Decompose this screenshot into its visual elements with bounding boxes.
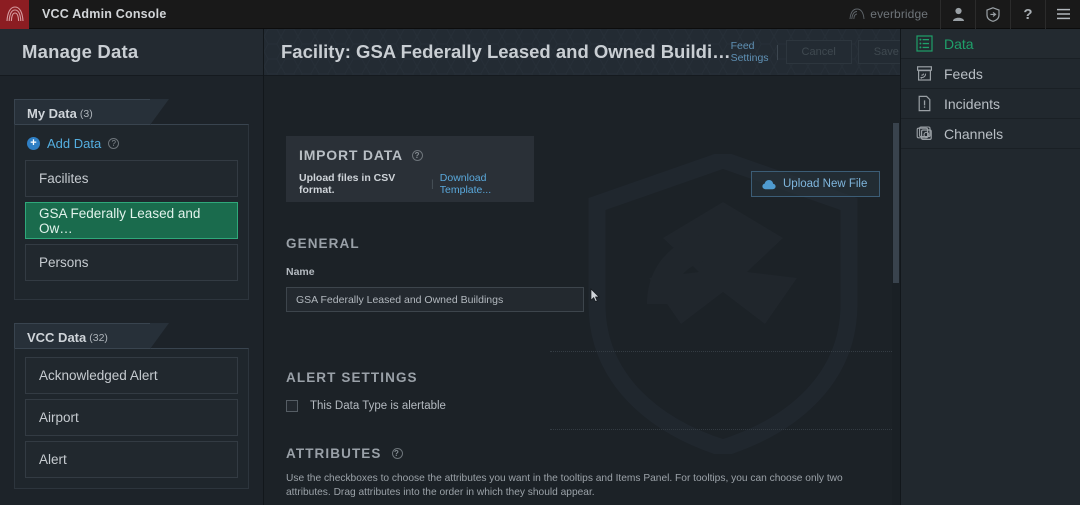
- alertable-label: This Data Type is alertable: [310, 400, 446, 412]
- right-nav: Data Feeds Incidents Channels: [900, 29, 1080, 505]
- sidebar-item-label: Feeds: [944, 65, 983, 82]
- divider: [776, 44, 778, 60]
- list-grid-icon: [916, 35, 933, 52]
- app-title: VCC Admin Console: [42, 7, 167, 21]
- general-heading: GENERAL: [286, 236, 360, 251]
- mouse-cursor: [590, 288, 600, 303]
- everbridge-wordmark: everbridge: [840, 0, 940, 29]
- list-item-label: Acknowledged Alert: [39, 368, 158, 383]
- group-tab-count: (32): [89, 332, 108, 344]
- help-icon[interactable]: ?: [1010, 0, 1045, 29]
- alertable-checkbox-row[interactable]: This Data Type is alertable: [286, 400, 886, 412]
- upload-new-file-label: Upload New File: [783, 178, 868, 190]
- alert-settings-section: ALERT SETTINGS This Data Type is alertab…: [286, 370, 886, 412]
- sidebar-item-label: Channels: [944, 125, 1004, 142]
- main-body: IMPORT DATA ? Upload files in CSV format…: [264, 76, 900, 505]
- main-content: Facility: GSA Federally Leased and Owned…: [264, 29, 900, 505]
- group-body-vcc-data: Acknowledged Alert Airport Alert: [14, 348, 249, 489]
- attributes-section: ATTRIBUTES ? Use the checkboxes to choos…: [286, 446, 892, 505]
- general-section: GENERAL Name GSA Federally Leased and Ow…: [286, 236, 886, 312]
- sidebar-item-channels[interactable]: Channels: [901, 119, 1080, 149]
- save-button[interactable]: Save: [857, 40, 900, 64]
- attributes-heading: ATTRIBUTES ?: [286, 446, 892, 461]
- list-item-gsa-selected[interactable]: GSA Federally Leased and Ow…: [25, 202, 238, 239]
- brand-logo: [0, 0, 29, 29]
- list-item-persons[interactable]: Persons: [25, 244, 238, 281]
- divider: |: [431, 178, 434, 190]
- main-scrollbar[interactable]: [892, 123, 900, 505]
- left-panel: Manage Data My Data (3) + Add Data ? Fac…: [0, 29, 264, 505]
- cancel-button[interactable]: Cancel: [785, 40, 852, 64]
- name-input[interactable]: GSA Federally Leased and Owned Buildings: [286, 287, 584, 312]
- section-divider: [550, 351, 900, 352]
- group-vcc-data: VCC Data (32) Acknowledged Alert Airport…: [14, 323, 249, 489]
- user-icon[interactable]: [940, 0, 975, 29]
- import-data-title: IMPORT DATA: [299, 147, 403, 163]
- list-item-label: Facilites: [39, 171, 89, 186]
- feed-box-icon: [916, 65, 933, 82]
- name-label: Name: [286, 266, 315, 278]
- attributes-title: ATTRIBUTES: [286, 446, 382, 461]
- import-data-block: IMPORT DATA ? Upload files in CSV format…: [286, 136, 534, 202]
- attributes-description: Use the checkboxes to choose the attribu…: [286, 473, 843, 498]
- group-tab-label: VCC Data: [27, 330, 87, 345]
- main-scrollbar-thumb[interactable]: [893, 123, 899, 283]
- main-header: Facility: GSA Federally Leased and Owned…: [264, 29, 900, 76]
- group-tab-count: (3): [79, 108, 93, 120]
- list-item-alert[interactable]: Alert: [25, 441, 238, 478]
- cloud-upload-icon: [762, 179, 776, 189]
- group-my-data: My Data (3) + Add Data ? Facilites GSA F…: [14, 99, 249, 300]
- group-tab-vcc-data[interactable]: VCC Data (32): [14, 323, 169, 349]
- list-item-airport[interactable]: Airport: [25, 399, 238, 436]
- menu-icon[interactable]: [1045, 0, 1080, 29]
- shield-icon[interactable]: [975, 0, 1010, 29]
- alert-settings-heading: ALERT SETTINGS: [286, 370, 418, 385]
- section-divider: [550, 429, 900, 430]
- list-item-facilites[interactable]: Facilites: [25, 160, 238, 197]
- add-data-button[interactable]: + Add Data ?: [25, 133, 238, 160]
- plus-icon: +: [27, 137, 40, 150]
- sidebar-item-feeds[interactable]: Feeds: [901, 59, 1080, 89]
- help-circle-icon[interactable]: ?: [391, 448, 403, 459]
- sidebar-item-label: Data: [944, 35, 974, 52]
- sidebar-item-incidents[interactable]: Incidents: [901, 89, 1080, 119]
- csv-note: Upload files in CSV format.: [299, 172, 396, 196]
- topbar-actions: everbridge ?: [840, 0, 1080, 29]
- list-item-label: GSA Federally Leased and Ow…: [39, 205, 201, 236]
- list-item-label: Persons: [39, 255, 89, 270]
- upload-new-file-button[interactable]: Upload New File: [751, 171, 881, 197]
- everbridge-label: everbridge: [870, 7, 928, 21]
- feed-settings-link[interactable]: Feed Settings: [731, 40, 769, 64]
- list-item-label: Airport: [39, 410, 79, 425]
- import-data-subtext: Upload files in CSV format. | Download T…: [286, 163, 534, 196]
- list-item-acknowledged-alert[interactable]: Acknowledged Alert: [25, 357, 238, 394]
- help-circle-icon[interactable]: ?: [108, 138, 120, 149]
- add-data-label: Add Data: [47, 136, 102, 151]
- stacked-layers-icon: [916, 125, 933, 142]
- import-data-heading: IMPORT DATA ?: [286, 136, 534, 163]
- group-tab-label: My Data: [27, 106, 77, 121]
- name-input-value: GSA Federally Leased and Owned Buildings: [296, 293, 504, 306]
- help-circle-icon[interactable]: ?: [411, 149, 423, 161]
- page-title: Manage Data: [22, 41, 139, 62]
- sidebar-item-label: Incidents: [944, 95, 1001, 112]
- header-actions: Feed Settings Cancel Save: [731, 40, 900, 64]
- group-tab-my-data[interactable]: My Data (3): [14, 99, 169, 125]
- top-bar: VCC Admin Console everbridge ?: [0, 0, 1080, 29]
- main-title: Facility: GSA Federally Leased and Owned…: [281, 41, 731, 62]
- list-item-label: Alert: [39, 452, 67, 467]
- document-alert-icon: [916, 95, 933, 112]
- sidebar-item-data[interactable]: Data: [901, 29, 1080, 59]
- download-template-link[interactable]: Download Template...: [440, 172, 534, 196]
- alertable-checkbox[interactable]: [286, 400, 298, 412]
- manage-data-header: Manage Data: [0, 29, 263, 76]
- group-body-my-data: + Add Data ? Facilites GSA Federally Lea…: [14, 124, 249, 300]
